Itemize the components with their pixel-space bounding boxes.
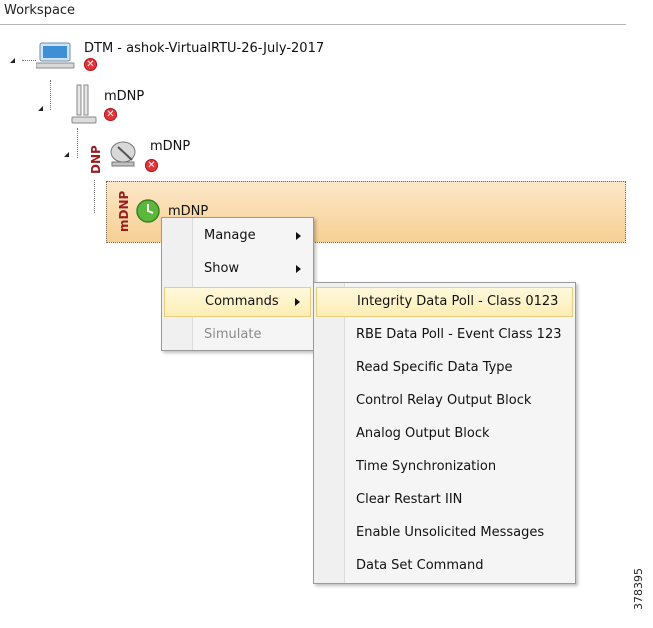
menu-item-label: Read Specific Data Type: [356, 360, 513, 375]
menu-item-enable-unsolicited[interactable]: Enable Unsolicited Messages: [316, 518, 573, 548]
tree-node-root[interactable]: DTM - ashok-VirtualRTU-26-July-2017: [84, 41, 324, 57]
tree-connector: [94, 180, 95, 213]
computer-icon: [36, 42, 75, 69]
tree-connector: [22, 60, 36, 61]
menu-item-show[interactable]: Show: [164, 254, 311, 284]
menu-item-simulate[interactable]: Simulate: [164, 320, 311, 350]
menu-item-label: Enable Unsolicited Messages: [356, 525, 545, 540]
tree-node-protocol[interactable]: mDNP: [150, 139, 190, 155]
submenu-arrow-icon: [296, 265, 301, 273]
collapse-toggle-protocol[interactable]: [64, 152, 69, 157]
error-icon: ✕: [104, 108, 117, 121]
menu-item-analog-output[interactable]: Analog Output Block: [316, 419, 573, 449]
menu-item-label: Time Synchronization: [356, 459, 497, 474]
context-menu: Manage Show Commands Simulate: [161, 217, 314, 351]
menu-item-time-sync[interactable]: Time Synchronization: [316, 452, 573, 482]
menu-item-manage[interactable]: Manage: [164, 221, 311, 251]
submenu-arrow-icon: [295, 298, 300, 306]
error-icon: ✕: [84, 58, 97, 71]
menu-item-control-relay[interactable]: Control Relay Output Block: [316, 386, 573, 416]
menu-item-integrity-poll[interactable]: Integrity Data Poll - Class 0123: [316, 287, 573, 317]
menu-item-label: Commands: [205, 294, 279, 309]
menu-item-label: Integrity Data Poll - Class 0123: [357, 294, 559, 309]
figure-id: 378395: [632, 568, 645, 610]
menu-item-commands[interactable]: Commands: [164, 287, 311, 317]
collapse-toggle-channel[interactable]: [38, 106, 43, 111]
error-icon: ✕: [145, 159, 158, 172]
device-tag: mDNP: [117, 190, 131, 232]
protocol-tag: DNP: [89, 145, 103, 174]
commands-submenu: Integrity Data Poll - Class 0123 RBE Dat…: [313, 282, 576, 584]
menu-item-label: Simulate: [204, 327, 262, 342]
tree-connector: [77, 128, 78, 158]
menu-item-label: Control Relay Output Block: [356, 393, 532, 408]
menu-item-clear-restart[interactable]: Clear Restart IIN: [316, 485, 573, 515]
menu-item-label: RBE Data Poll - Event Class 123: [356, 327, 562, 342]
menu-item-label: Show: [204, 261, 240, 276]
submenu-arrow-icon: [296, 232, 301, 240]
server-tower-icon: [71, 84, 97, 124]
satellite-dish-icon: [110, 141, 136, 167]
menu-item-rbe-poll[interactable]: RBE Data Poll - Event Class 123: [316, 320, 573, 350]
collapse-toggle-root[interactable]: [10, 58, 15, 63]
menu-item-label: Analog Output Block: [356, 426, 490, 441]
menu-item-read-data-type[interactable]: Read Specific Data Type: [316, 353, 573, 383]
workspace-title: Workspace: [4, 3, 76, 18]
menu-item-data-set[interactable]: Data Set Command: [316, 551, 573, 581]
tree-node-channel[interactable]: mDNP: [104, 89, 144, 105]
menu-item-label: Manage: [204, 228, 256, 243]
menu-item-label: Clear Restart IIN: [356, 492, 463, 507]
workspace-header: Workspace: [0, 0, 626, 25]
menu-item-label: Data Set Command: [356, 558, 484, 573]
tree-connector: [50, 80, 51, 110]
green-status-icon: [136, 199, 160, 223]
